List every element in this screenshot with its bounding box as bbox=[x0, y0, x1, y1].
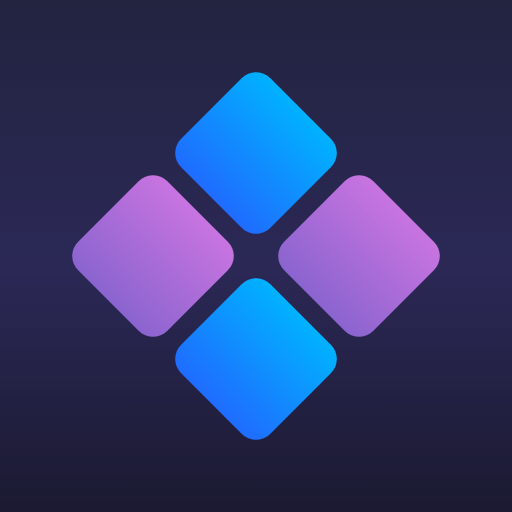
four-diamond-tiles-logo-icon bbox=[0, 0, 512, 512]
app-icon bbox=[0, 0, 512, 512]
